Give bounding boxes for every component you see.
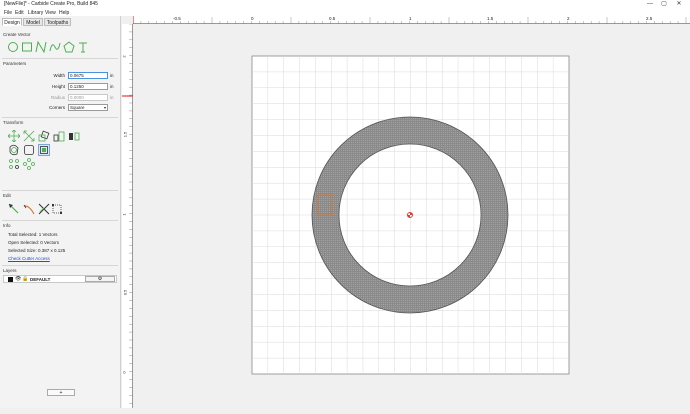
circle-icon[interactable] [7,41,19,53]
tab-model[interactable]: Model [23,18,43,26]
rotate-icon[interactable] [38,130,50,142]
title-bar: [NewFile]* - Carbide Create Pro, Build 8… [0,0,690,9]
hruler-label: 0 [251,16,254,21]
eye-icon[interactable]: 👁 [15,276,21,282]
info-selected-size: Selected Size: 0.387 x 0.125 [8,248,66,253]
vertical-ruler-marks [122,23,133,404]
width-label: Width [53,73,65,78]
design-canvas[interactable] [133,24,690,408]
layer-name: DEFAULT [30,277,51,282]
text-icon[interactable] [77,41,89,53]
hruler-label: 1.5 [487,16,494,21]
height-label: Height [51,84,65,89]
add-layer-button[interactable]: + [47,389,75,396]
trim-icon[interactable] [23,203,35,215]
corners-label: Corners [48,105,65,110]
radius-label: Radius [50,95,65,100]
polyline-icon[interactable] [35,40,47,54]
polygon-icon[interactable] [63,41,75,53]
info-open-selected: Open Selected: 0 Vectors [8,240,60,245]
mirror-icon[interactable] [68,130,80,142]
bounding-box-icon[interactable] [51,203,63,215]
fillet-icon[interactable] [23,144,35,156]
left-panel: Design Model Toolpaths Create Vector Par… [0,16,121,408]
boolean-icon[interactable] [38,144,50,156]
hruler-label: 0.5 [329,16,336,21]
window-title: [NewFile]* - Carbide Create Pro, Build 8… [4,1,98,7]
corners-select[interactable]: Square ▾ [68,104,108,111]
maximize-button[interactable]: ▢ [658,0,670,9]
hruler-label: 2 [567,16,570,21]
scale-icon[interactable] [23,130,35,142]
hruler-label: 2.5 [646,16,653,21]
node-edit-icon[interactable] [8,203,20,215]
minimize-button[interactable]: — [644,0,656,9]
radius-unit: in [110,95,114,100]
gear-icon: ⚙ [97,276,103,282]
layer-color-swatch[interactable] [8,277,13,282]
menu-bar: File Edit Library View Help [0,9,690,16]
lock-icon[interactable]: 🔒 [22,276,28,282]
section-edit: Edit [3,193,11,198]
height-field[interactable]: 0.1250 [68,83,108,90]
vruler-label: 0.5 [122,289,128,296]
close-button[interactable]: ✕ [673,0,685,9]
move-icon[interactable] [7,129,21,143]
divider [2,58,118,59]
vertical-ruler: 2 1.5 1 0.5 0 [121,23,133,408]
array-icon[interactable] [8,158,20,170]
corners-value: Square [70,105,85,110]
divider [2,220,118,221]
divider [2,117,118,118]
section-info: Info [3,223,11,228]
cut-icon[interactable] [38,203,50,215]
tab-design[interactable]: Design [2,18,22,26]
vruler-label: 2 [121,55,127,58]
radius-field[interactable]: 0.0000 [68,94,108,101]
info-total-selected: Total Selected: 1 Vectors [8,232,58,237]
horizontal-ruler: -0.5 0 0.5 1 1.5 2 2.5 [132,16,690,24]
align-icon[interactable] [53,130,65,142]
vruler-label: 1 [121,213,127,216]
width-unit: in [110,73,114,78]
section-layers: Layers [3,268,17,273]
divider [2,265,118,266]
divider [2,190,118,191]
hruler-label: 1 [409,16,412,21]
vruler-label: 1.5 [122,131,128,138]
hruler-label: -0.5 [173,16,181,21]
chevron-down-icon: ▾ [103,105,106,110]
height-unit: in [110,84,114,89]
vruler-label: 0 [121,371,127,374]
circular-array-icon[interactable] [23,158,35,170]
section-parameters: Parameters [3,61,27,66]
curve-icon[interactable] [49,41,61,53]
section-create-vector: Create Vector [3,32,31,37]
tab-toolpaths[interactable]: Toolpaths [44,18,71,26]
width-field[interactable]: 0.0675 [68,72,108,79]
check-cutter-access-link[interactable]: Check Cutter Access [8,256,50,261]
layer-settings-button[interactable]: ⚙ [85,276,115,282]
offset-icon[interactable] [8,144,20,156]
section-transform: Transform [3,120,24,125]
origin-icon [407,212,413,218]
layer-row[interactable]: 👁 🔒 DEFAULT ⚙ [3,275,117,283]
canvas-drawing[interactable] [133,24,690,408]
rectangle-icon[interactable] [21,41,33,53]
